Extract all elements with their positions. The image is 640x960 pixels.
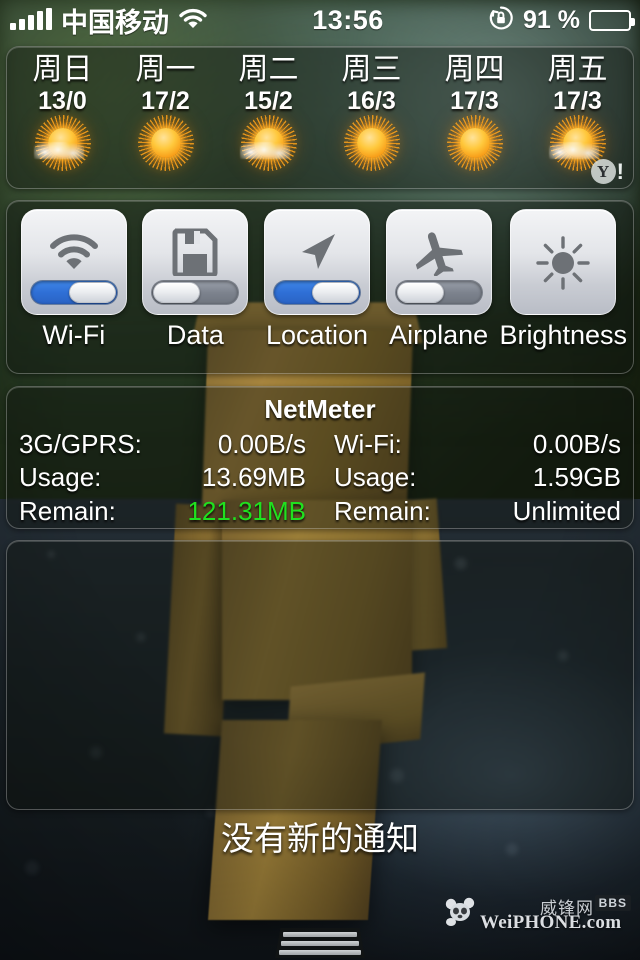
pull-handle-bar: [283, 931, 357, 937]
sun-icon: [135, 114, 197, 171]
weather-day-name: 周日: [32, 53, 93, 86]
no-notifications-message: 没有新的通知: [221, 820, 419, 857]
toggle-location[interactable]: Location: [256, 209, 378, 349]
toggle-data[interactable]: Data: [135, 209, 257, 349]
sun-icon: [444, 114, 506, 171]
wifi-icon: [178, 7, 208, 34]
toggle-wifi[interactable]: Wi-Fi: [13, 209, 135, 349]
weather-day[interactable]: 周一 17/2: [114, 51, 217, 186]
toggle-airplane[interactable]: Airplane: [378, 209, 500, 349]
location-arrow-icon: [289, 224, 345, 280]
sun-cloud-icon: [32, 114, 94, 171]
toggle-location-switch[interactable]: [273, 280, 362, 305]
weather-day-name: 周一: [135, 53, 196, 86]
netmeter-wifi-usage-label: Usage:: [334, 462, 417, 493]
floppy-disk-icon: [167, 224, 223, 280]
weather-day-temps: 17/3: [450, 87, 499, 116]
status-bar-left: 中国移动: [0, 1, 208, 40]
toggle-airplane-label: Airplane: [389, 320, 489, 350]
pull-handle-bar: [281, 940, 359, 946]
netmeter-wifi-speed-value: 0.00B/s: [532, 428, 621, 459]
netmeter-wifi-column: Wi-Fi: 0.00B/s Usage: 1.59GB Remain: Unl…: [320, 428, 621, 529]
notifications-panel[interactable]: [6, 540, 634, 810]
netmeter-title: NetMeter: [264, 394, 376, 424]
netmeter-wifi-remain-row: Remain: Unlimited: [334, 495, 621, 529]
netmeter-widget[interactable]: NetMeter 3G/GPRS: 0.00B/s Usage: 13.69MB…: [6, 386, 634, 529]
netmeter-cellular-usage-row: Usage: 13.69MB: [19, 461, 306, 495]
toggle-location-label: Location: [265, 320, 369, 350]
netmeter-cellular-speed-row: 3G/GPRS: 0.00B/s: [19, 428, 306, 462]
status-bar-right: 91 %: [488, 5, 640, 36]
toggle-wifi-switch[interactable]: [29, 280, 118, 305]
notification-center: 周日 13/0 周一 17/2 周二 15/2 周三 16/3 周四 17/3 …: [0, 0, 640, 960]
status-bar-time: 13:56: [312, 4, 384, 35]
wifi-icon: [46, 224, 102, 280]
toggle-brightness-label: Brightness: [499, 320, 628, 350]
netmeter-cellular-usage-value: 13.69MB: [201, 462, 306, 493]
netmeter-cellular-remain-value: 121.31MB: [187, 496, 306, 527]
netmeter-wifi-remain-label: Remain:: [334, 496, 431, 527]
toggle-data-label: Data: [166, 320, 224, 350]
sun-brightness-icon: [535, 235, 591, 291]
airplane-icon: [411, 224, 467, 280]
toggle-brightness-tile[interactable]: [510, 209, 617, 315]
weather-days-row: 周日 13/0 周一 17/2 周二 15/2 周三 16/3 周四 17/3 …: [7, 47, 633, 188]
weather-day-name: 周四: [444, 53, 505, 86]
watermark-bbs-badge: BBS: [594, 895, 631, 911]
weather-day-temps: 17/3: [553, 87, 602, 116]
toggle-airplane-tile[interactable]: [385, 209, 492, 315]
toggle-data-tile[interactable]: [142, 209, 249, 315]
sun-cloud-icon: [238, 114, 300, 171]
sun-icon: [341, 114, 403, 171]
panda-logo-icon: [444, 897, 478, 927]
pull-handle-bar: [279, 949, 361, 955]
weiphone-watermark: 威锋网 BBS WeiPHONE.com: [434, 893, 634, 937]
netmeter-wifi-speed-row: Wi-Fi: 0.00B/s: [334, 428, 621, 462]
weather-day-name: 周五: [547, 53, 608, 86]
toggle-wifi-label: Wi-Fi: [42, 320, 106, 350]
weather-day-temps: 16/3: [347, 87, 396, 116]
yahoo-logo[interactable]: Y !: [590, 158, 624, 184]
netmeter-cellular-usage-label: Usage:: [19, 462, 102, 493]
weather-day[interactable]: 周二 15/2: [217, 51, 320, 186]
netmeter-cellular-speed-value: 0.00B/s: [217, 428, 306, 459]
weather-day-name: 周二: [238, 53, 299, 86]
watermark-site: WeiPHONE.com: [480, 912, 622, 933]
yahoo-exclamation: !: [616, 158, 624, 184]
battery-percent: 91 %: [523, 5, 580, 34]
netmeter-cellular-column: 3G/GPRS: 0.00B/s Usage: 13.69MB Remain: …: [19, 428, 320, 529]
battery-icon: [589, 9, 635, 31]
netmeter-cellular-remain-row: Remain: 121.31MB: [19, 495, 306, 529]
toggles-row: Wi-Fi Data Location Airplane Brightness: [7, 201, 633, 373]
weather-day[interactable]: 周日 13/0: [11, 51, 114, 186]
weather-day-temps: 13/0: [38, 87, 87, 116]
quick-toggles-widget: Wi-Fi Data Location Airplane Brightness: [6, 200, 634, 374]
toggle-data-switch[interactable]: [151, 280, 240, 305]
weather-day-temps: 17/2: [141, 87, 190, 116]
toggle-brightness[interactable]: Brightness: [499, 209, 627, 349]
toggle-wifi-tile[interactable]: [20, 209, 127, 315]
weather-day[interactable]: 周三 16/3: [320, 51, 423, 186]
rotation-lock-icon: [488, 5, 514, 36]
weather-widget[interactable]: 周日 13/0 周一 17/2 周二 15/2 周三 16/3 周四 17/3 …: [6, 46, 634, 189]
netmeter-wifi-remain-value: Unlimited: [512, 496, 621, 527]
pull-handle[interactable]: [275, 928, 365, 958]
netmeter-wifi-usage-row: Usage: 1.59GB: [334, 461, 621, 495]
weather-day-name: 周三: [341, 53, 402, 86]
yahoo-letter: Y: [590, 159, 616, 184]
status-bar: 中国移动 13:56 91 %: [0, 0, 640, 40]
netmeter-grid: 3G/GPRS: 0.00B/s Usage: 13.69MB Remain: …: [19, 428, 621, 529]
netmeter-wifi-usage-value: 1.59GB: [532, 462, 621, 493]
netmeter-cellular-speed-label: 3G/GPRS:: [19, 428, 142, 459]
weather-day[interactable]: 周四 17/3: [423, 51, 526, 186]
weather-day-temps: 15/2: [244, 87, 293, 116]
netmeter-wifi-speed-label: Wi-Fi:: [334, 428, 402, 459]
toggle-airplane-switch[interactable]: [394, 280, 483, 305]
signal-bars-icon: [10, 8, 52, 30]
netmeter-cellular-remain-label: Remain:: [19, 496, 116, 527]
toggle-location-tile[interactable]: [264, 209, 371, 315]
carrier-name: 中国移动: [61, 7, 169, 38]
